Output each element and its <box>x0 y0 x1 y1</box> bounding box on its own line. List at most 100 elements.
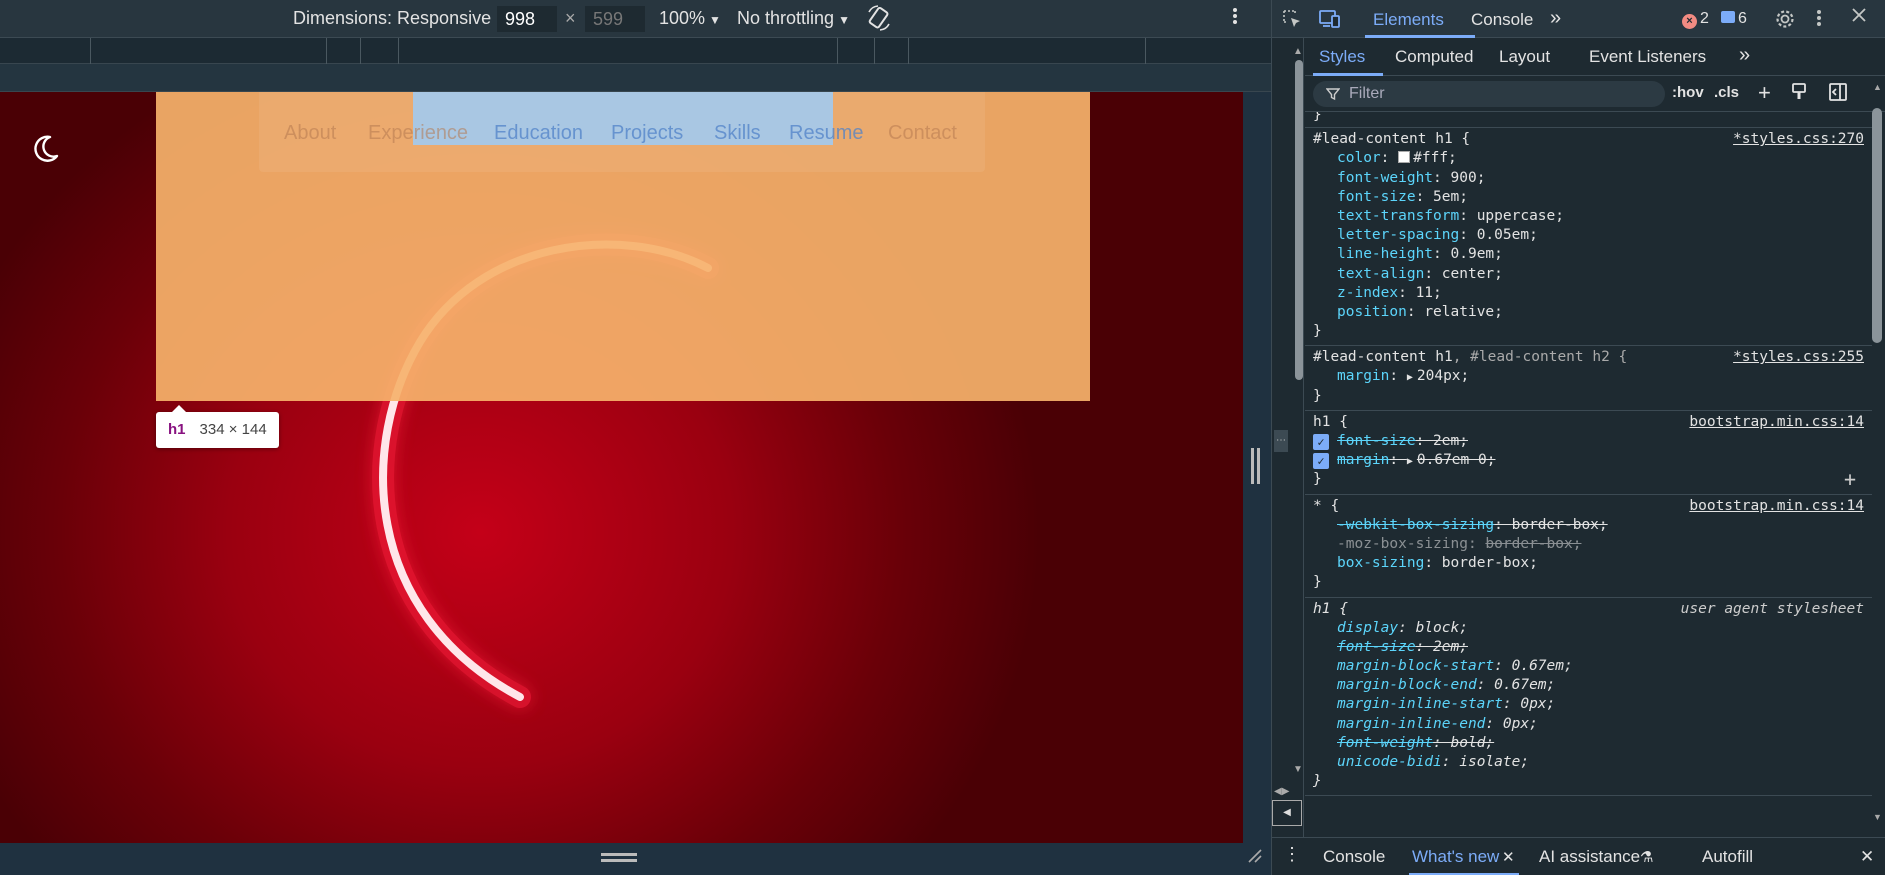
error-count-badge[interactable]: × 2 <box>1682 10 1709 29</box>
nav-link-about[interactable]: About <box>284 122 336 145</box>
property-name[interactable]: color <box>1337 150 1381 166</box>
styles-scroll-up-icon[interactable]: ▲ <box>1873 82 1882 92</box>
declaration[interactable]: margin: ▶ 204px; <box>1313 367 1864 386</box>
more-options-icon[interactable] <box>1232 6 1238 31</box>
new-rule-icon[interactable]: + <box>1758 80 1771 106</box>
property-value[interactable]: 0px; <box>1520 696 1555 712</box>
property-value[interactable]: border-box; <box>1442 555 1538 571</box>
tab-elements[interactable]: Elements <box>1373 10 1444 30</box>
settings-gear-icon[interactable] <box>1774 8 1796 36</box>
nav-link-experience[interactable]: Experience <box>368 122 468 145</box>
declaration[interactable]: letter-spacing: 0.05em; <box>1313 226 1864 245</box>
scroll-down-icon[interactable]: ▼ <box>1293 764 1303 775</box>
property-value[interactable]: center; <box>1442 266 1503 282</box>
declaration[interactable]: text-transform: uppercase; <box>1313 207 1864 226</box>
declaration[interactable]: margin-inline-end: 0px; <box>1313 715 1864 734</box>
property-value[interactable]: 0px; <box>1503 716 1538 732</box>
device-toggle-icon[interactable] <box>1318 8 1342 36</box>
property-name[interactable]: display <box>1337 620 1398 636</box>
toggle-sidebar-icon[interactable]: ◀ <box>1272 800 1302 826</box>
property-name[interactable]: font-size <box>1337 639 1416 655</box>
declaration[interactable]: margin-inline-start: 0px; <box>1313 695 1864 714</box>
property-value[interactable]: block; <box>1416 620 1468 636</box>
tab-layout[interactable]: Layout <box>1499 47 1550 67</box>
property-name[interactable]: font-weight <box>1337 170 1433 186</box>
property-name[interactable]: text-transform <box>1337 208 1459 224</box>
property-name[interactable]: margin-block-end <box>1337 677 1477 693</box>
property-value[interactable]: border-box; <box>1485 536 1581 552</box>
property-value[interactable]: 5em; <box>1433 189 1468 205</box>
property-value[interactable]: 204px; <box>1417 368 1469 384</box>
message-count-badge[interactable]: 6 <box>1721 10 1747 28</box>
rule-source-link[interactable]: *styles.css:255 <box>1733 348 1864 367</box>
nav-link-contact[interactable]: Contact <box>888 122 957 145</box>
property-name[interactable]: margin-inline-end <box>1337 716 1485 732</box>
dark-mode-moon-icon[interactable] <box>28 132 62 171</box>
rule-source-link[interactable]: bootstrap.min.css:14 <box>1689 413 1864 432</box>
property-name[interactable]: margin <box>1337 368 1389 384</box>
throttling-dropdown[interactable]: No throttling ▼ <box>737 8 850 29</box>
resize-corner-icon[interactable] <box>1245 846 1263 869</box>
property-name[interactable]: font-size <box>1337 433 1416 449</box>
select-element-icon[interactable] <box>1281 8 1303 36</box>
style-rule[interactable]: h1 {bootstrap.min.css:14 ✓ font-size: 2em… <box>1305 411 1872 495</box>
declaration[interactable]: margin-block-start: 0.67em; <box>1313 657 1864 676</box>
declaration-checkbox[interactable]: ✓ <box>1313 434 1329 450</box>
styles-pane[interactable]: } #lead-content h1 {*styles.css:270 colo… <box>1305 112 1872 824</box>
declaration[interactable]: position: relative; <box>1313 303 1864 322</box>
declaration[interactable]: font-weight: bold; <box>1313 734 1864 753</box>
more-subtabs-icon[interactable]: » <box>1739 44 1750 67</box>
expand-triangle-icon[interactable]: ▶ <box>1407 456 1413 467</box>
rule-selector-unmatched[interactable]: , #lead-content h2 { <box>1453 349 1628 365</box>
nav-link-projects[interactable]: Projects <box>611 122 683 145</box>
property-value[interactable]: isolate; <box>1459 754 1529 770</box>
dimensions-dropdown[interactable]: Dimensions: Responsive▼ <box>293 8 507 29</box>
close-devtools-icon[interactable] <box>1850 6 1868 30</box>
rule-selector[interactable]: #lead-content h1 { <box>1313 131 1470 147</box>
property-name[interactable]: line-height <box>1337 246 1433 262</box>
property-name[interactable]: z-index <box>1337 285 1398 301</box>
declaration[interactable]: font-size: 2em; <box>1313 638 1864 657</box>
nav-link-education[interactable]: Education <box>494 122 583 145</box>
rule-selector[interactable]: * { <box>1313 498 1339 514</box>
styles-scroll-down-icon[interactable]: ▼ <box>1873 812 1882 822</box>
resize-handle-horizontal[interactable] <box>601 853 637 862</box>
class-toggle[interactable]: .cls <box>1714 84 1739 101</box>
property-value[interactable]: bold; <box>1451 735 1495 751</box>
filter-input[interactable]: Filter <box>1313 81 1665 107</box>
page-viewport[interactable]: About Experience Education Projects Skil… <box>0 92 1243 843</box>
drawer-tab-ai-assistance[interactable]: AI assistance <box>1539 847 1640 867</box>
property-value[interactable]: #fff; <box>1413 150 1457 166</box>
property-name[interactable]: box-sizing <box>1337 555 1424 571</box>
rotate-icon[interactable] <box>866 4 892 37</box>
property-name[interactable]: -webkit-box-sizing <box>1337 517 1494 533</box>
close-tab-icon[interactable]: ✕ <box>1502 848 1515 866</box>
tab-styles[interactable]: Styles <box>1319 47 1365 67</box>
width-input[interactable]: 998 <box>497 6 557 32</box>
more-tabs-icon[interactable]: » <box>1550 7 1561 30</box>
property-value[interactable]: 2em; <box>1433 433 1468 449</box>
media-query-bar[interactable] <box>0 64 1271 92</box>
nav-link-resume[interactable]: Resume <box>789 122 863 145</box>
rule-source-link[interactable]: *styles.css:270 <box>1733 130 1864 149</box>
declaration[interactable]: z-index: 11; <box>1313 284 1864 303</box>
style-rule[interactable]: #lead-content h1 { *styles.css:270 color:… <box>1305 128 1872 347</box>
declaration[interactable]: margin-block-end: 0.67em; <box>1313 676 1864 695</box>
property-value[interactable]: 0.67em; <box>1512 658 1573 674</box>
property-value[interactable]: uppercase; <box>1477 208 1564 224</box>
declaration[interactable]: font-weight: 900; <box>1313 169 1864 188</box>
style-rule-user-agent[interactable]: h1 {user agent stylesheet display: block… <box>1305 598 1872 797</box>
close-drawer-icon[interactable]: ✕ <box>1860 847 1874 867</box>
color-swatch[interactable] <box>1398 151 1411 164</box>
declaration[interactable]: display: block; <box>1313 619 1864 638</box>
tab-console[interactable]: Console <box>1471 10 1533 30</box>
property-value[interactable]: 0.9em; <box>1451 246 1503 262</box>
declaration[interactable]: unicode-bidi: isolate; <box>1313 753 1864 772</box>
rule-selector[interactable]: h1 { <box>1313 414 1348 430</box>
property-value[interactable]: relative; <box>1424 304 1503 320</box>
property-name[interactable]: margin-inline-start <box>1337 696 1503 712</box>
declaration[interactable]: color: #fff; <box>1313 149 1864 168</box>
property-value[interactable]: 900; <box>1451 170 1486 186</box>
property-name[interactable]: unicode-bidi <box>1337 754 1442 770</box>
media-query-ruler[interactable] <box>0 38 1271 64</box>
